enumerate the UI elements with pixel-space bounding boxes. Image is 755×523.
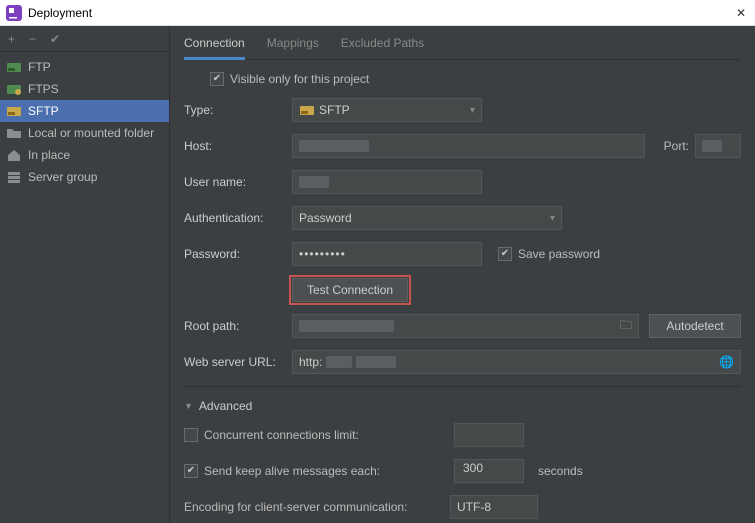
tab-connection[interactable]: Connection bbox=[184, 26, 245, 60]
user-label: User name: bbox=[184, 175, 292, 189]
encoding-select[interactable]: UTF-8 bbox=[450, 495, 538, 519]
web-url-field[interactable]: http: 🌐 bbox=[292, 350, 741, 374]
sidebar-item-label: Server group bbox=[28, 170, 97, 184]
visible-only-label: Visible only for this project bbox=[230, 72, 369, 86]
window-titlebar: Deployment ✕ bbox=[0, 0, 755, 26]
password-value: ••••••••• bbox=[299, 247, 346, 261]
sidebar-item-label: SFTP bbox=[28, 104, 59, 118]
chevron-down-icon: ▾ bbox=[470, 105, 475, 116]
ftp-icon bbox=[6, 60, 22, 74]
tab-excluded[interactable]: Excluded Paths bbox=[341, 26, 424, 60]
folder-icon bbox=[6, 126, 22, 140]
concurrent-limit-checkbox[interactable] bbox=[184, 428, 198, 442]
server-group-icon bbox=[6, 170, 22, 184]
root-path-label: Root path: bbox=[184, 319, 292, 333]
port-label: Port: bbox=[645, 139, 695, 153]
visible-only-checkbox[interactable] bbox=[210, 72, 224, 86]
window-title: Deployment bbox=[28, 6, 733, 20]
keepalive-unit: seconds bbox=[538, 464, 583, 478]
auth-label: Authentication: bbox=[184, 211, 292, 225]
home-icon bbox=[6, 148, 22, 162]
host-field[interactable] bbox=[292, 134, 645, 158]
host-label: Host: bbox=[184, 139, 292, 153]
sftp-icon bbox=[6, 104, 22, 118]
sidebar-item-label: In place bbox=[28, 148, 70, 162]
browse-folder-icon[interactable]: 🗀 bbox=[620, 316, 632, 337]
sftp-icon bbox=[299, 103, 315, 117]
keepalive-field[interactable] bbox=[454, 459, 524, 483]
sidebar-toolbar: + − ✔ bbox=[0, 26, 169, 52]
type-value: SFTP bbox=[319, 103, 350, 117]
save-password-checkbox[interactable] bbox=[498, 247, 512, 261]
port-field[interactable] bbox=[695, 134, 741, 158]
server-list: FTP FTPS SFTP Local or mounted folder In… bbox=[0, 52, 169, 192]
ftps-icon bbox=[6, 82, 22, 96]
sidebar-item-label: FTP bbox=[28, 60, 51, 74]
sidebar-item-label: FTPS bbox=[28, 82, 59, 96]
globe-icon[interactable]: 🌐 bbox=[719, 355, 734, 369]
encoding-label: Encoding for client-server communication… bbox=[184, 500, 450, 514]
test-connection-button[interactable]: Test Connection bbox=[292, 278, 408, 302]
collapse-arrow-icon: ▼ bbox=[184, 401, 193, 411]
concurrent-limit-label: Concurrent connections limit: bbox=[204, 428, 454, 442]
autodetect-button[interactable]: Autodetect bbox=[649, 314, 741, 338]
username-field[interactable] bbox=[292, 170, 482, 194]
sidebar-item-ftps[interactable]: FTPS bbox=[0, 78, 169, 100]
sidebar: + − ✔ FTP FTPS SFTP Local or mounted fol… bbox=[0, 26, 170, 523]
root-path-field[interactable]: 🗀 bbox=[292, 314, 639, 338]
advanced-toggle[interactable]: ▼ Advanced bbox=[184, 399, 741, 413]
keepalive-label: Send keep alive messages each: bbox=[204, 464, 454, 478]
auth-value: Password bbox=[299, 211, 352, 225]
password-label: Password: bbox=[184, 247, 292, 261]
web-url-prefix: http: bbox=[299, 355, 322, 369]
sidebar-item-local[interactable]: Local or mounted folder bbox=[0, 122, 169, 144]
sidebar-item-ftp[interactable]: FTP bbox=[0, 56, 169, 78]
close-icon[interactable]: ✕ bbox=[733, 6, 749, 20]
sidebar-item-label: Local or mounted folder bbox=[28, 126, 154, 140]
advanced-header: Advanced bbox=[199, 399, 252, 413]
sidebar-item-inplace[interactable]: In place bbox=[0, 144, 169, 166]
app-icon bbox=[6, 5, 22, 21]
web-url-label: Web server URL: bbox=[184, 355, 292, 369]
type-label: Type: bbox=[184, 103, 292, 117]
settings-panel: Connection Mappings Excluded Paths Visib… bbox=[170, 26, 755, 523]
encoding-value: UTF-8 bbox=[457, 500, 491, 514]
divider bbox=[184, 386, 741, 387]
concurrent-limit-field[interactable] bbox=[454, 423, 524, 447]
auth-select[interactable]: Password ▾ bbox=[292, 206, 562, 230]
tab-mappings[interactable]: Mappings bbox=[267, 26, 319, 60]
tabs: Connection Mappings Excluded Paths bbox=[184, 26, 741, 60]
add-button[interactable]: + bbox=[8, 32, 15, 46]
sidebar-item-sftp[interactable]: SFTP bbox=[0, 100, 169, 122]
keepalive-checkbox[interactable] bbox=[184, 464, 198, 478]
password-field[interactable]: ••••••••• bbox=[292, 242, 482, 266]
sidebar-item-servergroup[interactable]: Server group bbox=[0, 166, 169, 188]
apply-button[interactable]: ✔ bbox=[50, 32, 60, 46]
remove-button[interactable]: − bbox=[29, 32, 36, 46]
chevron-down-icon: ▾ bbox=[550, 213, 555, 224]
type-select[interactable]: SFTP ▾ bbox=[292, 98, 482, 122]
save-password-label: Save password bbox=[518, 247, 600, 261]
